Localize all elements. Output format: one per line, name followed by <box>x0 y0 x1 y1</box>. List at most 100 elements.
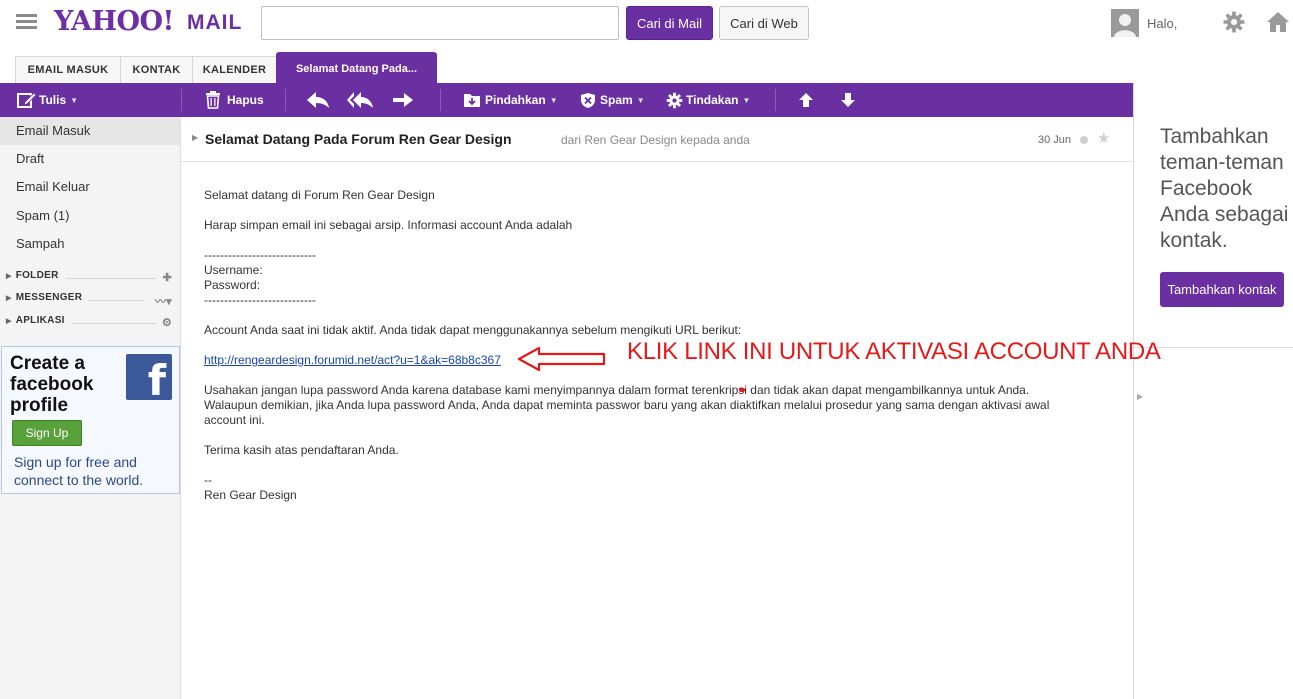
expand-triangle-icon: ▶ <box>6 318 12 325</box>
message-subject: Selamat Datang Pada Forum Ren Gear Desig… <box>205 131 512 147</box>
settings-gear-icon[interactable] <box>1222 10 1246 34</box>
compose-button[interactable]: Tulis ▼ <box>17 83 78 117</box>
yahoo-logo[interactable]: YAHOO! <box>54 6 174 37</box>
tab-kontak[interactable]: KONTAK <box>120 56 193 83</box>
sidebar-item-email-keluar[interactable]: Email Keluar <box>0 173 180 201</box>
body-signature-dash: -- <box>204 473 212 487</box>
red-arrow-annotation-icon <box>517 346 606 372</box>
actions-label: Tindakan <box>686 93 739 107</box>
spam-caret-icon: ▼ <box>636 95 645 105</box>
sidebar-section-messenger[interactable]: ▶ MESSENGER 〰▾ <box>6 292 172 310</box>
fb-ad-subtitle: Sign up for free and connect to the worl… <box>14 454 144 488</box>
top-header: YAHOO! MAIL Cari di Mail Cari di Web Hal… <box>0 0 1293 52</box>
facebook-ad[interactable]: Create a facebook profile f Sign Up Sign… <box>1 346 180 494</box>
trash-icon <box>206 91 220 109</box>
search-mail-button[interactable]: Cari di Mail <box>626 6 713 40</box>
reply-arrow-icon <box>307 92 329 108</box>
reply-all-button[interactable] <box>346 83 374 117</box>
sidebar-item-email-masuk[interactable]: Email Masuk <box>0 117 180 145</box>
messenger-status-icon[interactable]: 〰▾ <box>155 293 172 309</box>
message-date: 30 Jun <box>1038 134 1072 146</box>
add-facebook-friends-text: Tambahkan teman-teman Facebook Anda seba… <box>1160 125 1289 252</box>
menu-icon[interactable] <box>16 14 37 30</box>
delete-label: Hapus <box>227 93 264 107</box>
spam-button[interactable]: Spam ▼ <box>580 83 645 117</box>
message-toolbar: Tulis ▼ Hapus Pindahkan ▼ Spam ▼ Tindaka… <box>0 83 1133 117</box>
next-message-button[interactable] <box>840 83 856 117</box>
home-icon[interactable] <box>1266 10 1290 34</box>
fb-ad-title: Create a facebook profile <box>10 353 94 416</box>
body-keep-notice: Harap simpan email ini sebagai arsip. In… <box>204 218 573 232</box>
reply-button[interactable] <box>306 83 330 117</box>
add-contact-button[interactable]: Tambahkan kontak <box>1160 272 1284 307</box>
forward-button[interactable] <box>392 83 414 117</box>
arrow-down-icon <box>841 93 855 107</box>
tab-open-message[interactable]: Selamat Datang Pada... <box>276 52 437 83</box>
forward-arrow-icon <box>393 93 413 107</box>
star-icon[interactable]: ★ <box>1097 129 1110 147</box>
message-body: Selamat datang di Forum Ren Gear Design … <box>181 162 1161 699</box>
move-folder-icon <box>464 94 480 107</box>
avatar[interactable] <box>1111 9 1139 37</box>
left-sidebar: Email Masuk Draft Email Keluar Spam (1) … <box>0 117 181 699</box>
add-folder-plus-icon[interactable]: ✚ <box>162 271 172 284</box>
previous-message-button[interactable] <box>798 83 814 117</box>
spam-shield-icon <box>581 92 595 108</box>
section-divider <box>88 300 144 301</box>
expand-triangle-icon: ▶ <box>6 273 12 280</box>
greeting-text: Halo, <box>1147 16 1178 31</box>
section-label: APLIKASI <box>15 315 65 326</box>
expand-right-icon[interactable]: ▶ <box>1137 392 1143 401</box>
actions-caret-icon: ▼ <box>742 95 751 105</box>
section-divider <box>66 278 156 279</box>
body-paragraph-1: Usahakan jangan lupa password Anda karen… <box>204 383 1030 397</box>
section-divider <box>72 323 156 324</box>
body-paragraph-3: account ini. <box>204 413 265 427</box>
body-password: Password: <box>204 278 261 292</box>
search-web-button[interactable]: Cari di Web <box>719 6 809 40</box>
compose-caret-icon: ▼ <box>70 95 79 105</box>
delete-button[interactable]: Hapus <box>205 83 264 117</box>
right-panel: Tambahkan teman-teman Facebook Anda seba… <box>1133 83 1293 699</box>
sidebar-item-sampah[interactable]: Sampah <box>0 230 180 258</box>
tab-email-masuk[interactable]: EMAIL MASUK <box>15 56 121 83</box>
move-button[interactable]: Pindahkan ▼ <box>463 83 558 117</box>
body-inactive-notice: Account Anda saat ini tidak aktif. Anda … <box>204 323 742 337</box>
toolbar-divider <box>440 89 441 111</box>
reply-all-arrow-icon <box>347 92 373 108</box>
section-label: MESSENGER <box>15 292 83 303</box>
actions-button[interactable]: Tindakan ▼ <box>666 83 750 117</box>
toolbar-divider <box>181 89 182 111</box>
sidebar-item-spam[interactable]: Spam (1) <box>0 202 180 230</box>
spam-label: Spam <box>600 93 633 107</box>
compose-pencil-icon <box>17 92 37 108</box>
facebook-logo-icon: f <box>126 354 172 400</box>
mail-logo-text[interactable]: MAIL <box>187 11 242 35</box>
user-silhouette-icon <box>1111 9 1139 37</box>
activation-annotation: KLIK LINK INI UNTUK AKTIVASI ACCOUNT AND… <box>627 338 1161 365</box>
body-greeting: Selamat datang di Forum Ren Gear Design <box>204 188 435 202</box>
red-mark <box>739 388 745 392</box>
toolbar-divider <box>285 89 286 111</box>
read-status-dot-icon[interactable] <box>1080 136 1088 144</box>
tab-kalender[interactable]: KALENDER <box>192 56 277 83</box>
message-from: dari Ren Gear Design kepada anda <box>561 133 750 147</box>
body-paragraph-2: Walaupun demikian, jika Anda lupa passwo… <box>204 398 1050 412</box>
tab-bar: EMAIL MASUK KONTAK KALENDER Selamat Data… <box>0 52 1293 83</box>
sidebar-section-folder[interactable]: ▶ FOLDER ✚ <box>6 270 172 288</box>
compose-label: Tulis <box>39 93 67 107</box>
message-header[interactable]: ▶ Selamat Datang Pada Forum Ren Gear Des… <box>181 117 1133 162</box>
actions-gear-icon <box>666 92 683 108</box>
move-caret-icon: ▼ <box>549 95 558 105</box>
move-label: Pindahkan <box>485 93 546 107</box>
apps-gear-icon[interactable]: ⚙ <box>162 316 172 329</box>
body-thanks: Terima kasih atas pendaftaran Anda. <box>204 443 399 457</box>
search-input[interactable] <box>261 6 619 40</box>
activation-link[interactable]: http://rengeardesign.forumid.net/act?u=1… <box>204 353 501 367</box>
expand-message-icon[interactable]: ▶ <box>192 133 198 142</box>
sidebar-item-draft[interactable]: Draft <box>0 145 180 173</box>
body-username: Username: <box>204 263 263 277</box>
fb-signup-button[interactable]: Sign Up <box>12 420 82 446</box>
sidebar-section-aplikasi[interactable]: ▶ APLIKASI ⚙ <box>6 315 172 333</box>
expand-triangle-icon: ▶ <box>6 295 12 302</box>
